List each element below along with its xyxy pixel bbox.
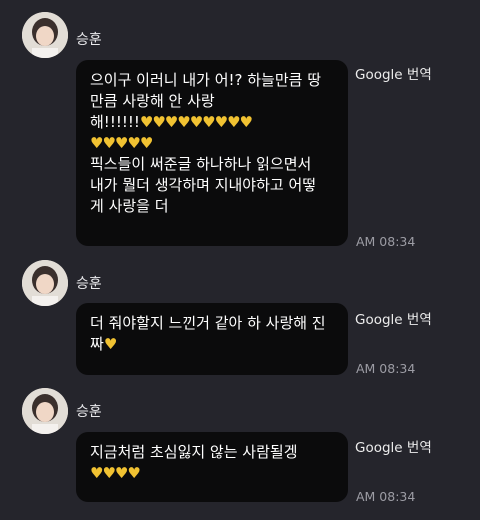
timestamp: AM 08:34 [356,234,416,249]
heart-icon: ♥ [139,113,153,131]
heart-icon: ♥ [214,113,228,131]
heart-icon: ♥ [152,113,165,131]
avatar[interactable] [22,260,68,306]
message-bubble[interactable]: 더 줘야할지 느낀거 같아 하 사랑해 진 짜♥ [76,303,348,375]
heart-icon: ♥ [90,134,103,152]
heart-icon: ♥ [189,113,203,131]
heart-icon: ♥ [164,113,178,131]
heart-icon: ♥ [102,134,115,152]
heart-icon: ♥ [114,134,128,152]
google-translate-link[interactable]: Google 번역 [355,308,432,328]
heart-icon: ♥ [202,113,215,131]
heart-icon: ♥ [239,113,253,131]
message-line: 더 줘야할지 느낀거 같아 하 사랑해 진 [90,314,326,332]
message-line: ♥♥♥♥ [90,463,334,484]
avatar[interactable] [22,12,68,58]
message-line: 해!!!!!!♥♥♥♥♥♥♥♥♥ [90,113,253,131]
heart-icon: ♥ [127,134,140,152]
message-line: 만큼 사랑해 안 사랑 [90,92,215,110]
message-line: 게 사랑을 더 [90,197,169,215]
message-line: 픽스들이 써준글 하나하나 읽으면서 [90,155,312,173]
heart-icon: ♥ [227,113,240,131]
message-bubble[interactable]: 지금처럼 초심잃지 않는 사람될겡 ♥♥♥♥ [76,432,348,502]
avatar[interactable] [22,388,68,434]
heart-icon: ♥ [139,134,153,152]
message-bubble[interactable]: 으이구 이러니 내가 어!? 하늘만큼 땅 만큼 사랑해 안 사랑 해!!!!!… [76,60,348,246]
heart-icon: ♥ [114,464,128,482]
heart-icon: ♥ [127,464,140,482]
message-line: 짜♥ [90,335,117,353]
timestamp: AM 08:34 [356,489,416,504]
google-translate-link[interactable]: Google 번역 [355,436,432,456]
sender-name: 승훈 [76,276,102,292]
heart-icon: ♥ [90,464,103,482]
message-line: 지금처럼 초심잃지 않는 사람될겡 [90,443,298,461]
heart-icon: ♥ [103,335,117,353]
sender-name: 승훈 [76,32,102,48]
sender-name: 승훈 [76,404,102,420]
heart-icon: ♥ [177,113,190,131]
timestamp: AM 08:34 [356,361,416,376]
heart-icon: ♥ [102,464,115,482]
message-line: ♥♥♥♥♥ [90,133,334,154]
message-line: 내가 뭘더 생각하며 지내야하고 어떻 [90,176,317,194]
google-translate-link[interactable]: Google 번역 [355,63,432,83]
message-line: 으이구 이러니 내가 어!? 하늘만큼 땅 [90,71,322,89]
